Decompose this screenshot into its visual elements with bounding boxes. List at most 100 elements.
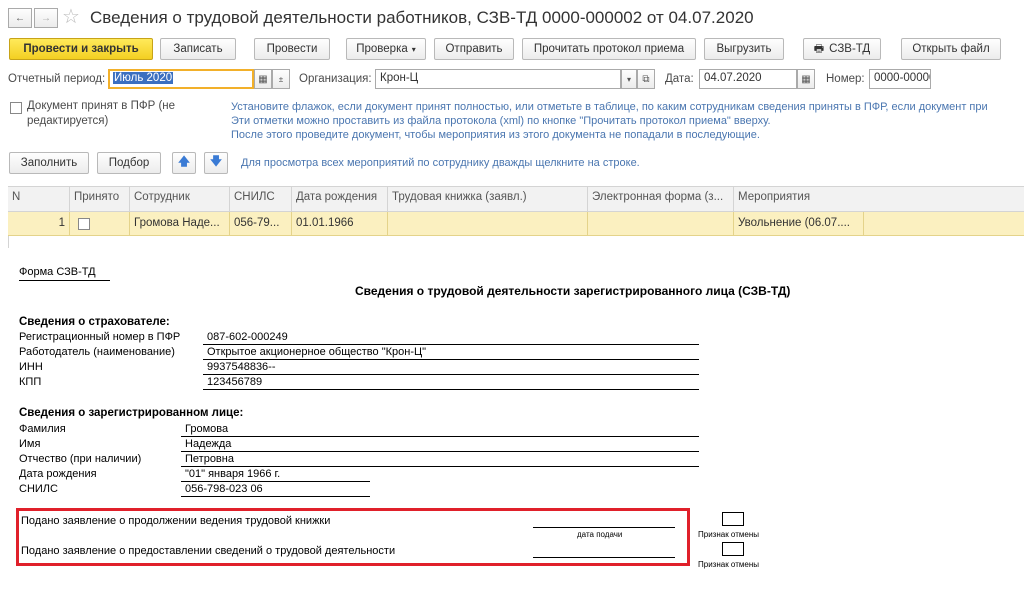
date-label: Дата: [665, 73, 694, 85]
period-stepper[interactable]: ± [272, 69, 290, 89]
cell-n: 1 [8, 212, 70, 236]
surname-value: Громова [185, 423, 229, 435]
move-up-button[interactable]: 🡅 [172, 152, 196, 174]
cell-birthdate: 01.01.1966 [292, 212, 388, 236]
col-header-employee[interactable]: Сотрудник [130, 186, 230, 212]
kpp-label: КПП [19, 376, 42, 388]
date-input[interactable]: 04.07.2020 [699, 69, 797, 89]
col-header-workbook[interactable]: Трудовая книжка (заявл.) [388, 186, 588, 212]
cancel-sign-caption-2: Признак отмены [698, 560, 759, 569]
arrow-down-icon: 🡇 [210, 155, 222, 168]
accepted-label-line2: редактируется) [27, 115, 109, 127]
row-accepted-checkbox[interactable] [78, 218, 90, 230]
table-left-border [8, 236, 9, 248]
arrow-right-icon: → [41, 12, 51, 24]
col-header-eform[interactable]: Электронная форма (з... [588, 186, 734, 212]
fill-button[interactable]: Заполнить [9, 152, 89, 174]
date-submitted-caption: дата подачи [577, 530, 623, 539]
inn-line [203, 374, 699, 375]
move-down-button[interactable]: 🡇 [204, 152, 228, 174]
cell-workbook [388, 212, 588, 236]
back-button[interactable]: ← [8, 8, 32, 28]
upload-button[interactable]: Выгрузить [704, 38, 784, 60]
open-file-button[interactable]: Открыть файл [901, 38, 1001, 60]
organization-open-button[interactable]: ⧉ [637, 69, 655, 89]
birthdate-line [181, 481, 370, 482]
statement-workbook-label: Подано заявление о продолжении ведения т… [21, 515, 331, 527]
statement-workbook-date-line [533, 527, 675, 528]
printform-title: Сведения о трудовой деятельности зарегис… [355, 284, 791, 298]
patronymic-line [181, 466, 699, 467]
page-title: Сведения о трудовой деятельности работни… [90, 8, 754, 27]
szv-td-label: СЗВ-ТД [829, 43, 871, 55]
check-dropdown-button[interactable]: Проверка ▾ [346, 38, 426, 60]
chevron-down-icon: ▾ [411, 44, 416, 54]
post-and-close-button[interactable]: Провести и закрыть [9, 38, 153, 60]
number-input[interactable]: 0000-00000 [869, 69, 931, 89]
patronymic-label: Отчество (при наличии) [19, 453, 142, 465]
table-hint: Для просмотра всех мероприятий по сотруд… [241, 157, 640, 169]
surname-line [181, 436, 699, 437]
period-value: Июль 2020 [113, 72, 174, 84]
open-icon: ⧉ [642, 73, 650, 85]
hint-line-1: Установите флажок, если документ принят … [231, 101, 988, 113]
select-button[interactable]: Подбор [97, 152, 161, 174]
birthdate-value: "01" января 1966 г. [185, 468, 281, 480]
insurer-header: Сведения о страхователе: [19, 316, 170, 328]
check-label: Проверка [356, 43, 408, 55]
kpp-line [203, 389, 699, 390]
period-input[interactable]: Июль 2020 [108, 69, 254, 89]
employer-label: Работодатель (наименование) [19, 346, 175, 358]
chevron-down-icon: ▾ [626, 74, 631, 84]
arrow-left-icon: ← [15, 12, 25, 24]
cell-eform [588, 212, 734, 236]
cancel-sign-box-1 [722, 512, 744, 526]
send-button[interactable]: Отправить [434, 38, 514, 60]
col-header-birthdate[interactable]: Дата рождения [292, 186, 388, 212]
calendar-icon: ▦ [258, 73, 268, 85]
col-header-accepted[interactable]: Принято [70, 186, 130, 212]
szv-td-print-button[interactable]: 🖶 СЗВ-ТД [803, 38, 881, 60]
reg-num-label: Регистрационный номер в ПФР [19, 331, 181, 343]
forward-button[interactable]: → [34, 8, 58, 28]
snils-line [181, 496, 370, 497]
organization-label: Организация: [299, 73, 372, 85]
employer-value: Открытое акционерное общество "Крон-Ц" [207, 346, 427, 358]
cell-accepted [70, 212, 130, 236]
col-header-events[interactable]: Мероприятия [734, 186, 1024, 212]
form-name-underline [19, 280, 110, 281]
period-calendar-button[interactable]: ▦ [254, 69, 272, 89]
inn-value: 9937548836-- [207, 361, 276, 373]
kpp-value: 123456789 [207, 376, 263, 388]
surname-label: Фамилия [19, 423, 66, 435]
snils-value: 056-798-023 06 [185, 483, 263, 495]
arrow-up-icon: 🡅 [178, 155, 190, 168]
person-header: Сведения о зарегистрированном лице: [19, 407, 244, 419]
accepted-label-line1: Документ принят в ПФР (не [27, 100, 176, 112]
cell-snils: 056-79... [230, 212, 292, 236]
printer-icon: 🖶 [813, 42, 825, 55]
col-header-n[interactable]: N [8, 186, 70, 212]
cancel-sign-box-2 [722, 542, 744, 556]
snils-label: СНИЛС [19, 483, 58, 495]
reg-num-line [203, 344, 699, 345]
hint-line-2: Эти отметки можно проставить из файла пр… [231, 115, 771, 127]
post-button[interactable]: Провести [254, 38, 330, 60]
patronymic-value: Петровна [185, 453, 234, 465]
favorite-star-icon[interactable]: ☆ [62, 4, 80, 29]
birthdate-label: Дата рождения [19, 468, 97, 480]
read-protocol-button[interactable]: Прочитать протокол приема [522, 38, 696, 60]
accepted-checkbox[interactable] [10, 102, 22, 114]
col-header-snils[interactable]: СНИЛС [230, 186, 292, 212]
statement-info-label: Подано заявление о предоставлении сведен… [21, 545, 396, 557]
period-label: Отчетный период: [8, 73, 106, 85]
date-calendar-button[interactable]: ▦ [797, 69, 815, 89]
cell-events: Увольнение (06.07.... [734, 212, 864, 236]
first-name-label: Имя [19, 438, 41, 450]
save-button[interactable]: Записать [160, 38, 236, 60]
organization-input[interactable]: Крон-Ц [375, 69, 621, 89]
cell-empty [864, 212, 1024, 236]
organization-dropdown-button[interactable]: ▾ [621, 69, 637, 89]
cell-employee: Громова Наде... [130, 212, 230, 236]
inn-label: ИНН [19, 361, 43, 373]
